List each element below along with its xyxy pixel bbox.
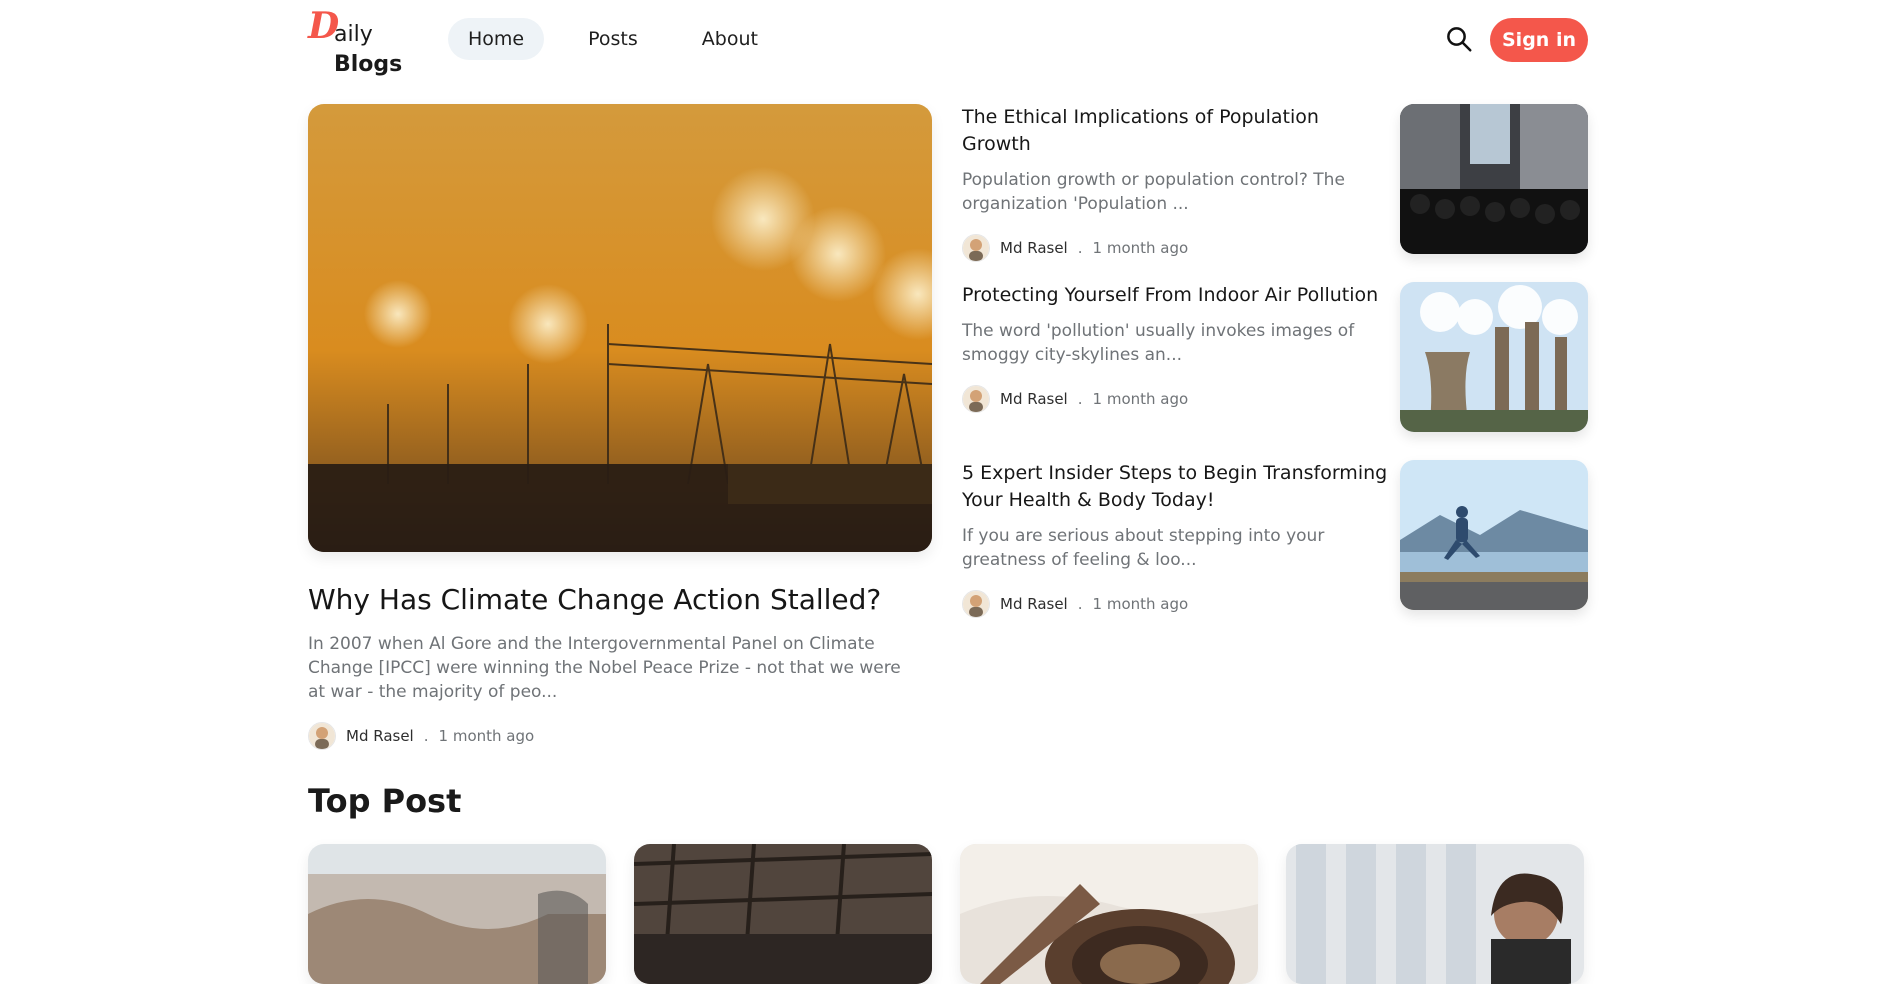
author-name: Md Rasel (346, 727, 414, 745)
top-post-cards (308, 844, 1588, 984)
main-nav: Home Posts About (448, 18, 778, 60)
nav-home[interactable]: Home (448, 18, 545, 60)
top-post-card[interactable] (1286, 844, 1584, 984)
section-title: Top Post (308, 782, 462, 820)
list-item-meta: Md Rasel . 1 month ago (962, 590, 1392, 618)
list-item[interactable]: The Ethical Implications of Population G… (962, 104, 1588, 262)
featured-post[interactable]: Why Has Climate Change Action Stalled? I… (308, 104, 932, 750)
list-item-thumbnail[interactable] (1400, 460, 1588, 610)
avatar (962, 234, 990, 262)
post-time: 1 month ago (1092, 595, 1189, 613)
author-name: Md Rasel (1000, 595, 1068, 613)
logo-blogs: Blogs (334, 52, 403, 77)
nav-about[interactable]: About (682, 18, 778, 60)
list-item-thumbnail[interactable] (1400, 104, 1588, 254)
list-item-text: The Ethical Implications of Population G… (962, 104, 1392, 262)
list-item-excerpt: The word 'pollution' usually invokes ima… (962, 321, 1355, 365)
list-item-meta: Md Rasel . 1 month ago (962, 234, 1392, 262)
top-post-card[interactable] (960, 844, 1258, 984)
meta-separator: . (1077, 595, 1083, 613)
top-post-card[interactable] (634, 844, 932, 984)
sign-in-button[interactable]: Sign in (1490, 18, 1588, 62)
list-item-meta: Md Rasel . 1 month ago (962, 385, 1392, 413)
site-header: D aily Blogs Home Posts About Sign in (308, 0, 1588, 96)
nav-posts[interactable]: Posts (568, 18, 658, 60)
author-name: Md Rasel (1000, 239, 1068, 257)
list-item-excerpt: If you are serious about stepping into y… (962, 526, 1325, 570)
post-time: 1 month ago (438, 727, 535, 745)
top-post-card[interactable] (308, 844, 606, 984)
meta-separator: . (1077, 390, 1083, 408)
post-time: 1 month ago (1092, 239, 1189, 257)
search-icon[interactable] (1444, 24, 1474, 54)
list-item-text: 5 Expert Insider Steps to Begin Transfor… (962, 460, 1392, 618)
avatar (962, 590, 990, 618)
list-item-thumbnail[interactable] (1400, 282, 1588, 432)
recent-posts-list: The Ethical Implications of Population G… (962, 104, 1588, 638)
page: D aily Blogs Home Posts About Sign in Wh… (308, 0, 1588, 984)
list-item-text: Protecting Yourself From Indoor Air Poll… (962, 282, 1392, 413)
meta-separator: . (1077, 239, 1083, 257)
meta-separator: . (423, 727, 429, 745)
list-item[interactable]: Protecting Yourself From Indoor Air Poll… (962, 282, 1588, 432)
avatar (308, 722, 336, 750)
logo-aily: aily (334, 22, 373, 47)
list-item-excerpt: Population growth or population control?… (962, 170, 1345, 214)
author-name: Md Rasel (1000, 390, 1068, 408)
list-item-title[interactable]: 5 Expert Insider Steps to Begin Transfor… (962, 460, 1392, 514)
list-item-title[interactable]: The Ethical Implications of Population G… (962, 104, 1392, 158)
featured-image[interactable] (308, 104, 932, 552)
featured-excerpt: In 2007 when Al Gore and the Intergovern… (308, 634, 901, 702)
post-time: 1 month ago (1092, 390, 1189, 408)
avatar (962, 385, 990, 413)
list-item[interactable]: 5 Expert Insider Steps to Begin Transfor… (962, 460, 1588, 618)
list-item-title[interactable]: Protecting Yourself From Indoor Air Poll… (962, 282, 1392, 309)
logo[interactable]: D aily Blogs (308, 8, 402, 78)
featured-meta: Md Rasel . 1 month ago (308, 722, 932, 750)
featured-title[interactable]: Why Has Climate Change Action Stalled? (308, 582, 932, 618)
